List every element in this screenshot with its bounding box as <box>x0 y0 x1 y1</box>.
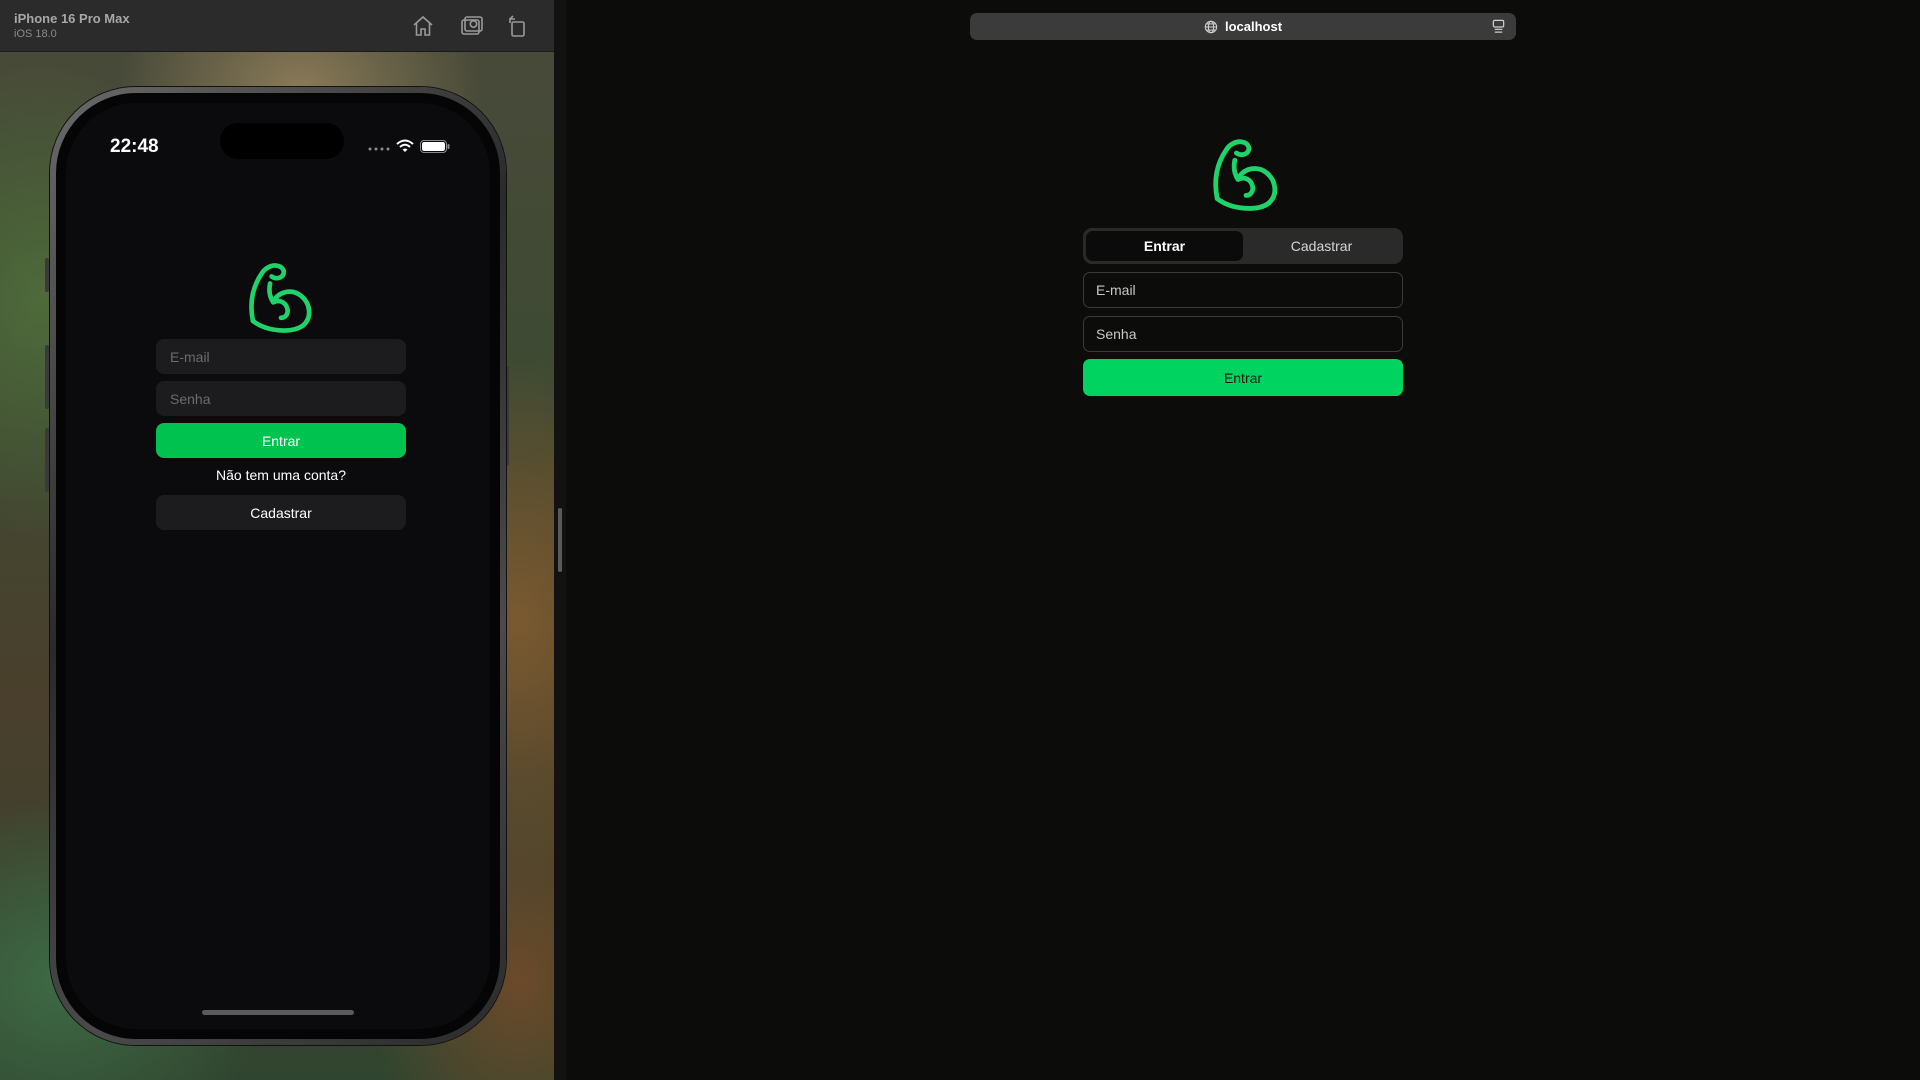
signup-button[interactable]: Cadastrar <box>156 495 406 530</box>
email-field[interactable] <box>1083 272 1403 308</box>
auth-tabs: Entrar Cadastrar <box>1083 228 1403 264</box>
flexed-biceps-icon <box>249 263 312 333</box>
tab-login[interactable]: Entrar <box>1086 231 1243 261</box>
phone-bezel: 22:48 E-mail Senha Entrar Não tem uma co… <box>56 93 500 1039</box>
address-bar[interactable]: localhost <box>970 13 1516 40</box>
phone-screen[interactable]: 22:48 E-mail Senha Entrar Não tem uma co… <box>66 103 490 1029</box>
screenshot-button[interactable] <box>460 14 484 38</box>
os-version: iOS 18.0 <box>14 28 57 40</box>
action-button <box>45 258 49 292</box>
simulator-panel: iPhone 16 Pro Max iOS 18.0 22:48 E-mail … <box>0 0 554 1080</box>
password-field[interactable] <box>1083 316 1403 352</box>
password-field[interactable] <box>156 381 406 416</box>
status-time: 22:48 <box>110 136 159 157</box>
globe-icon <box>1204 20 1218 33</box>
home-icon <box>413 15 433 36</box>
url-text: localhost <box>1224 19 1283 34</box>
home-indicator[interactable] <box>202 1010 354 1015</box>
cellular-icon <box>368 147 390 151</box>
flexed-biceps-icon <box>1213 139 1278 211</box>
rotate-icon <box>509 15 525 37</box>
simulator-titlebar: iPhone 16 Pro Max iOS 18.0 <box>0 0 554 52</box>
tab-signup[interactable]: Cadastrar <box>1243 231 1400 261</box>
volume-down-button <box>45 428 49 492</box>
battery-icon <box>420 139 450 153</box>
dynamic-island <box>220 123 344 159</box>
login-button[interactable]: Entrar <box>156 423 406 458</box>
wifi-icon <box>396 139 414 152</box>
volume-up-button <box>45 345 49 409</box>
page-menu-icon[interactable] <box>1491 19 1506 34</box>
submit-button[interactable]: Entrar <box>1083 359 1403 396</box>
status-icons <box>368 139 450 153</box>
phone-frame: 22:48 E-mail Senha Entrar Não tem uma co… <box>50 87 506 1045</box>
screenshot-icon <box>461 16 483 35</box>
rotate-button[interactable] <box>506 14 530 38</box>
signup-prompt: Não tem uma conta? <box>216 467 346 483</box>
email-field[interactable] <box>156 339 406 374</box>
web-preview-panel: localhost Entrar Cadastrar Entrar <box>566 0 1920 1080</box>
home-button[interactable] <box>411 14 435 38</box>
split-resize-handle[interactable] <box>558 508 562 572</box>
device-name: iPhone 16 Pro Max <box>14 11 130 26</box>
